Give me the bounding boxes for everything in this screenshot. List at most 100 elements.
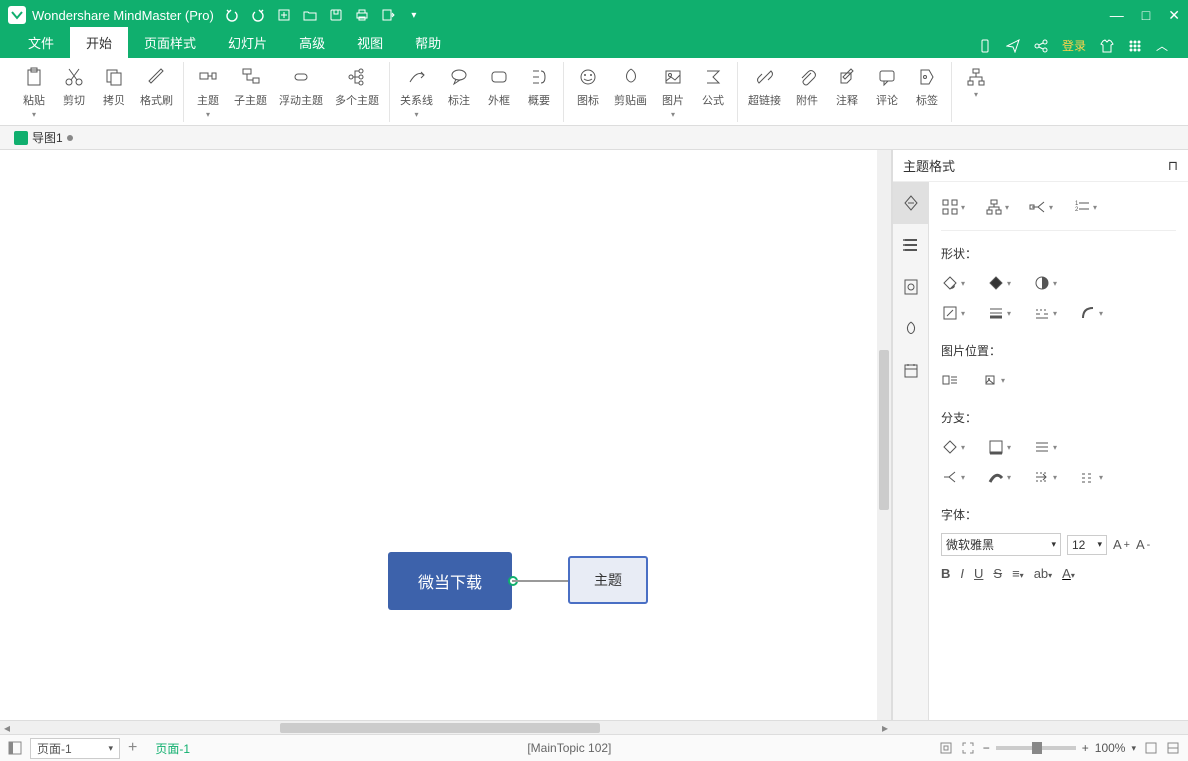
zoom-slider[interactable] <box>996 746 1076 750</box>
collapse-ribbon-icon[interactable]: ︿ <box>1156 37 1168 54</box>
border-color-button[interactable]: ▾ <box>941 304 965 322</box>
add-page-button[interactable]: + <box>128 739 137 757</box>
fill-color-button[interactable]: ▾ <box>941 274 965 292</box>
hyperlink-button[interactable]: 超链接 <box>742 64 787 110</box>
cut-button[interactable]: 剪切 <box>54 64 94 110</box>
document-tab[interactable]: 导图1 <box>6 127 81 148</box>
clipart-button[interactable]: 剪贴画 <box>608 64 653 110</box>
layout-button[interactable]: ▾ <box>956 64 996 101</box>
branch-color-button[interactable]: ▾ <box>987 438 1011 456</box>
copy-button[interactable]: 拷贝 <box>94 64 134 110</box>
branch-arrow-button[interactable]: ▾ <box>1033 468 1057 486</box>
border-dash-button[interactable]: ▾ <box>1033 304 1057 322</box>
shirt-icon[interactable] <box>1100 39 1114 53</box>
view-mode2-icon[interactable] <box>1166 741 1180 755</box>
format-painter-button[interactable]: 格式刷 <box>134 64 179 110</box>
highlight-button[interactable]: ab▾ <box>1034 566 1052 581</box>
align-button[interactable]: ≡▾ <box>1012 566 1024 581</box>
layout-number-button[interactable]: 12▾ <box>1073 198 1097 216</box>
relation-button[interactable]: 关系线▾ <box>394 64 439 121</box>
subtopic-button[interactable]: 子主题 <box>228 64 273 110</box>
menu-page-style[interactable]: 页面样式 <box>128 27 212 58</box>
zoom-in-button[interactable]: + <box>1082 741 1089 755</box>
fullscreen-icon[interactable] <box>961 741 975 755</box>
close-button[interactable]: ✕ <box>1168 7 1180 24</box>
font-size-select[interactable]: 12▾ <box>1067 535 1107 555</box>
phone-icon[interactable] <box>978 39 992 53</box>
italic-button[interactable]: I <box>960 566 964 581</box>
branch-style-button[interactable]: ▾ <box>941 468 965 486</box>
zoom-dropdown-icon[interactable]: ▾ <box>1131 743 1136 754</box>
undo-icon[interactable] <box>224 7 240 23</box>
bold-button[interactable]: B <box>941 566 950 581</box>
share-icon[interactable] <box>1034 39 1048 53</box>
summary-button[interactable]: 概要 <box>519 64 559 110</box>
scroll-right-icon[interactable]: ▸ <box>878 721 892 735</box>
view-mode1-icon[interactable] <box>1144 741 1158 755</box>
scroll-left-icon[interactable]: ◂ <box>0 721 14 735</box>
callout-button[interactable]: 标注 <box>439 64 479 110</box>
boundary-button[interactable]: 外框 <box>479 64 519 110</box>
print-icon[interactable] <box>354 7 370 23</box>
corner-button[interactable]: ▾ <box>1079 304 1103 322</box>
canvas-area[interactable]: 微当下载 主题 <box>0 150 892 720</box>
branch-fill-button[interactable]: ▾ <box>941 438 965 456</box>
menu-view[interactable]: 视图 <box>341 27 399 58</box>
main-topic-node[interactable]: 微当下载 <box>388 552 512 610</box>
comment-button[interactable]: 评论 <box>867 64 907 110</box>
note-button[interactable]: 注释 <box>827 64 867 110</box>
multiple-topic-button[interactable]: 多个主题 <box>329 64 385 110</box>
login-link[interactable]: 登录 <box>1062 37 1086 54</box>
maximize-button[interactable]: □ <box>1142 7 1150 24</box>
font-color-button[interactable]: A▾ <box>1062 566 1075 581</box>
save-icon[interactable] <box>328 7 344 23</box>
layout-grid-button[interactable]: ▾ <box>941 198 965 216</box>
sp-tab-task[interactable] <box>893 350 928 392</box>
tag-button[interactable]: 标签 <box>907 64 947 110</box>
fit-view-icon[interactable] <box>939 741 953 755</box>
menu-start[interactable]: 开始 <box>70 27 128 58</box>
menu-slide[interactable]: 幻灯片 <box>212 27 283 58</box>
outline-toggle-icon[interactable] <box>8 741 22 755</box>
minimize-button[interactable]: — <box>1110 7 1124 24</box>
qat-dropdown-icon[interactable]: ▾ <box>406 7 422 23</box>
open-icon[interactable] <box>302 7 318 23</box>
layout-branch-button[interactable]: ▾ <box>1029 198 1053 216</box>
underline-button[interactable]: U <box>974 566 983 581</box>
branch-dash-button[interactable]: ▾ <box>1079 468 1103 486</box>
menu-file[interactable]: 文件 <box>12 27 70 58</box>
sp-tab-outline[interactable] <box>893 224 928 266</box>
vertical-scrollbar[interactable] <box>877 150 891 720</box>
floating-topic-button[interactable]: 浮动主题 <box>273 64 329 110</box>
formula-button[interactable]: 公式 <box>693 64 733 110</box>
redo-icon[interactable] <box>250 7 266 23</box>
export-icon[interactable] <box>380 7 396 23</box>
topic-button[interactable]: 主题▾ <box>188 64 228 121</box>
page-selector[interactable]: 页面-1▾ <box>30 738 120 759</box>
attachment-button[interactable]: 附件 <box>787 64 827 110</box>
paste-button[interactable]: 粘贴▾ <box>14 64 54 121</box>
image-left-button[interactable] <box>941 371 959 389</box>
menu-advanced[interactable]: 高级 <box>283 27 341 58</box>
font-increase-button[interactable]: A+ <box>1113 537 1130 552</box>
border-width-button[interactable]: ▾ <box>987 304 1011 322</box>
sp-tab-style[interactable] <box>893 182 928 224</box>
shadow-button[interactable]: ▾ <box>1033 274 1057 292</box>
apps-icon[interactable] <box>1128 39 1142 53</box>
sp-tab-page[interactable] <box>893 266 928 308</box>
sub-topic-node[interactable]: 主题 <box>568 556 648 604</box>
branch-width-button[interactable]: ▾ <box>1033 438 1057 456</box>
menu-help[interactable]: 帮助 <box>399 27 457 58</box>
picture-button[interactable]: 图片▾ <box>653 64 693 121</box>
sp-tab-icons[interactable] <box>893 308 928 350</box>
icons-button[interactable]: 图标 <box>568 64 608 110</box>
layout-tree-button[interactable]: ▾ <box>985 198 1009 216</box>
font-name-select[interactable]: 微软雅黑▾ <box>941 533 1061 556</box>
horizontal-scrollbar[interactable]: ◂ ▸ <box>0 720 1188 734</box>
branch-curve-button[interactable]: ▾ <box>987 468 1011 486</box>
new-icon[interactable] <box>276 7 292 23</box>
shape-type-button[interactable]: ▾ <box>987 274 1011 292</box>
zoom-out-button[interactable]: − <box>983 741 990 755</box>
font-decrease-button[interactable]: A- <box>1136 537 1150 552</box>
pin-icon[interactable]: ⊓ <box>1168 158 1178 174</box>
